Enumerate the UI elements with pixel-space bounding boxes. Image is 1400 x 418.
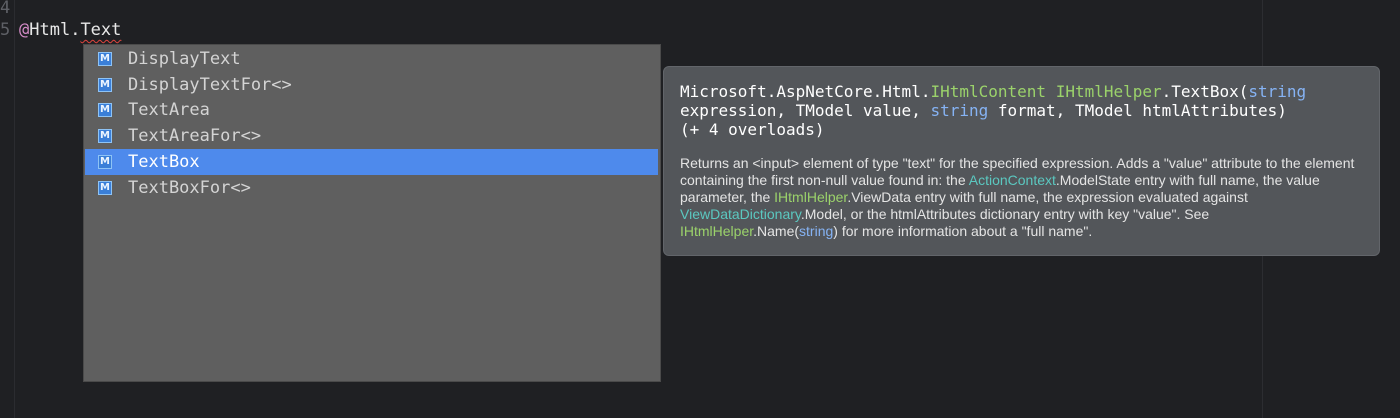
sig-params: format, TModel htmlAttributes) <box>988 101 1287 120</box>
desc-text: ) for more information about a "full nam… <box>833 223 1093 239</box>
sig-keyword: string <box>930 101 989 120</box>
method-icon: M <box>98 78 112 92</box>
completion-item-label: TextBoxFor<> <box>128 178 251 198</box>
completion-item-label: TextArea <box>128 100 210 120</box>
line-number: 5 <box>0 20 11 40</box>
completion-item[interactable]: M TextArea <box>85 97 658 123</box>
method-icon: M <box>98 155 112 169</box>
line-number-gutter: 4 5 <box>0 0 15 418</box>
desc-class-ref: ViewDataDictionary <box>680 206 801 222</box>
desc-interface-ref: IHtmlHelper <box>774 189 848 205</box>
method-icon: M <box>98 52 112 66</box>
completion-item[interactable]: M DisplayTextFor<> <box>85 72 658 98</box>
method-icon: M <box>98 181 112 195</box>
code-prefix: Html. <box>29 20 81 40</box>
line-number: 4 <box>0 0 11 18</box>
desc-text: .Model, or the htmlAttributes dictionary… <box>800 206 1210 222</box>
method-icon: M <box>98 103 112 117</box>
sig-return-type: IHtmlContent <box>930 82 1047 101</box>
completion-item[interactable]: M TextBoxFor<> <box>85 175 658 201</box>
documentation-tooltip: Microsoft.AspNetCore.Html.IHtmlContent I… <box>663 66 1380 256</box>
sig-params: expression, TModel value, <box>680 101 931 120</box>
code-line[interactable]: @Html.Text <box>19 19 121 41</box>
method-icon: M <box>98 129 112 143</box>
sig-owner-type: IHtmlHelper <box>1055 82 1162 101</box>
completion-item-label: DisplayTextFor<> <box>128 75 292 95</box>
razor-at-symbol: @ <box>19 20 30 40</box>
completion-item-label: TextBox <box>128 152 200 172</box>
completion-item[interactable]: M DisplayText <box>85 46 658 72</box>
desc-text: .Name( <box>753 223 800 239</box>
sig-overloads: (+ 4 overloads) <box>680 120 825 139</box>
typed-text: Text <box>80 20 122 40</box>
sig-method: .TextBox( <box>1161 82 1249 101</box>
completion-item-label: DisplayText <box>128 49 241 69</box>
completion-item-selected[interactable]: M TextBox <box>85 149 658 175</box>
sig-namespace: Microsoft.AspNetCore.Html. <box>680 82 931 101</box>
method-signature: Microsoft.AspNetCore.Html.IHtmlContent I… <box>680 82 1370 139</box>
method-description: Returns an <input> element of type "text… <box>680 155 1370 240</box>
completion-item[interactable]: M TextAreaFor<> <box>85 123 658 149</box>
desc-keyword: string <box>799 223 834 239</box>
sig-keyword: string <box>1248 82 1307 101</box>
desc-text: .ViewData entry with full name, the expr… <box>847 189 1248 205</box>
desc-class-ref: ActionContext <box>968 172 1056 188</box>
completion-item-label: TextAreaFor<> <box>128 126 262 146</box>
desc-interface-ref: IHtmlHelper <box>680 223 754 239</box>
completion-list[interactable]: M DisplayText M DisplayTextFor<> M TextA… <box>83 44 661 382</box>
